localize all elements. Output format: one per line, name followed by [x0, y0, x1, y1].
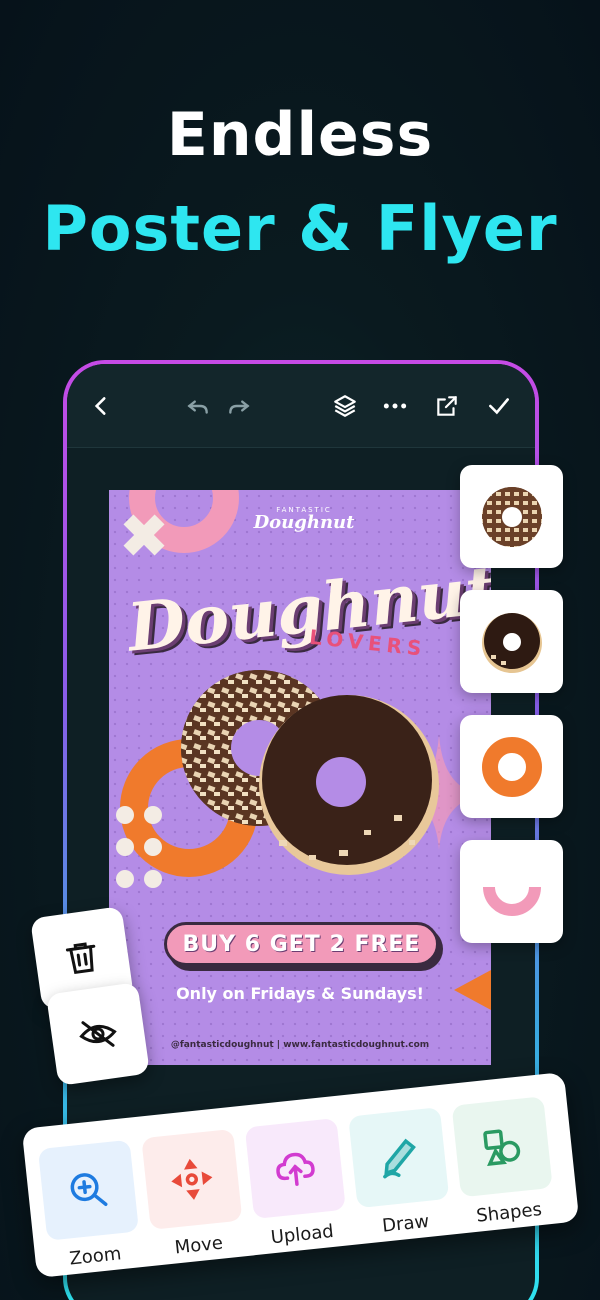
tool-upload[interactable]: Upload [244, 1117, 349, 1250]
poster-brand-logo: Doughnut [253, 512, 355, 533]
hide-button[interactable] [46, 982, 150, 1086]
eye-off-icon [79, 1021, 117, 1047]
undo-icon[interactable] [184, 392, 212, 420]
tool-shapes[interactable]: Shapes [451, 1096, 556, 1228]
tool-upload-box[interactable] [244, 1117, 346, 1220]
poster-deal-banner[interactable]: BUY 6 GET 2 FREE [164, 922, 439, 966]
draw-icon [383, 1138, 416, 1179]
nut-doughnut-icon [481, 486, 542, 547]
more-icon[interactable] [381, 392, 409, 420]
chocolate-doughnut-thumbnail[interactable] [460, 590, 563, 693]
headline-line-2: Poster & Flyer [42, 192, 558, 265]
tool-shapes-box[interactable] [451, 1096, 553, 1198]
orange-ring-thumbnail[interactable] [460, 715, 563, 818]
editor-toolbar [67, 364, 535, 448]
tool-zoom-label: Zoom [68, 1243, 123, 1270]
tool-draw[interactable]: Draw [348, 1107, 452, 1239]
headline-line-1: Endless [166, 100, 434, 170]
tool-move-box[interactable] [141, 1128, 243, 1230]
tool-upload-label: Upload [269, 1220, 335, 1249]
layers-icon[interactable] [331, 392, 359, 420]
tool-zoom-box[interactable] [37, 1139, 139, 1241]
chocolate-doughnut-icon [481, 612, 542, 673]
poster-footer: @fantasticdoughnut | www.fantasticdoughn… [170, 1040, 430, 1050]
export-icon[interactable] [433, 392, 461, 420]
check-icon[interactable] [485, 392, 513, 420]
tool-move-label: Move [173, 1232, 224, 1259]
trash-icon [65, 942, 96, 975]
nut-doughnut-thumbnail[interactable] [460, 465, 563, 568]
poster-deal-subtext[interactable]: Only on Fridays & Sundays! [109, 984, 491, 1003]
upload-icon [276, 1152, 315, 1186]
zoom-icon [70, 1173, 108, 1207]
pink-arc-icon [482, 886, 541, 916]
back-icon[interactable] [87, 392, 115, 420]
move-icon [171, 1158, 213, 1200]
tool-move[interactable]: Move [141, 1128, 245, 1261]
tool-zoom[interactable]: Zoom [37, 1139, 142, 1272]
shapes-icon [483, 1129, 521, 1166]
redo-icon[interactable] [225, 392, 253, 420]
orange-ring-icon [481, 736, 542, 797]
tool-draw-box[interactable] [348, 1107, 450, 1209]
pink-arc-thumbnail[interactable] [460, 840, 563, 943]
tool-shapes-label: Shapes [475, 1199, 543, 1227]
poster-canvas[interactable]: FANTASTIC Doughnut Doughnut LOVERS BUY 6… [109, 490, 491, 1065]
tool-draw-label: Draw [381, 1210, 431, 1237]
